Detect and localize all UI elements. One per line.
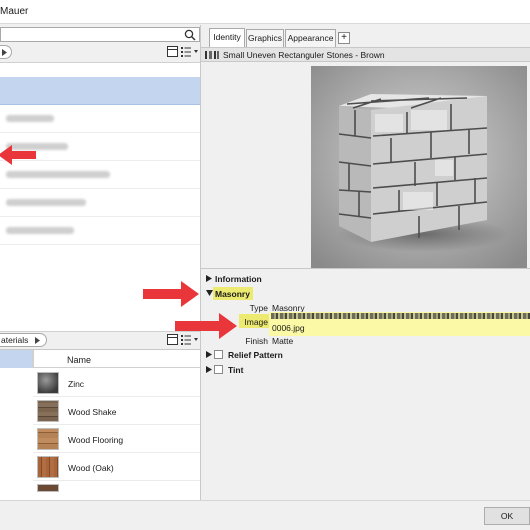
section-label: Information [215, 274, 262, 284]
image-filename[interactable]: 0006.jpg [272, 323, 305, 333]
column-header-label: Name [67, 355, 92, 365]
relief-pattern-checkbox[interactable] [214, 350, 223, 359]
material-name: Wood Flooring [68, 435, 124, 445]
material-preview-image [311, 66, 527, 268]
table-row[interactable]: Zinc [33, 369, 200, 397]
blurred-text [6, 199, 86, 206]
table-row[interactable]: Wood Flooring [33, 425, 200, 453]
material-name: Wood Shake [68, 407, 117, 417]
left-panel: aterials Name Zinc Wood Shake Wood Floor… [0, 25, 201, 522]
property-label: Image [244, 317, 268, 327]
information-section-header[interactable]: Information [201, 272, 530, 286]
masonry-section-header[interactable]: Masonry [201, 287, 530, 301]
blurred-text [6, 115, 54, 122]
materials-breadcrumb-label: aterials [1, 335, 29, 345]
annotation-arrow-icon [0, 145, 36, 165]
list-view-icon[interactable] [181, 46, 199, 57]
list-item[interactable] [0, 189, 200, 217]
property-label: Type [249, 303, 268, 313]
annotation-arrow-icon [143, 281, 199, 307]
annotation-arrow-icon [175, 313, 237, 339]
material-swatch [37, 484, 59, 492]
material-name-header: Small Uneven Rectanguler Stones - Brown [223, 50, 385, 60]
tint-section-header[interactable]: Tint [201, 363, 530, 377]
expand-arrow-icon [206, 351, 212, 358]
section-label: Tint [228, 365, 244, 375]
expand-arrow-icon [206, 366, 212, 373]
property-row-image: Image 0006.jpg [201, 315, 530, 333]
materials-library-table: Name Zinc Wood Shake Wood Flooring Wood … [0, 349, 200, 509]
material-swatch [37, 428, 59, 450]
materials-toolbar: aterials [0, 332, 200, 348]
material-name: Zinc [68, 379, 85, 389]
material-header: Small Uneven Rectanguler Stones - Brown [201, 47, 530, 62]
editor-tabs: Identity Graphics Appearance + [201, 25, 530, 48]
property-label: Finish [245, 336, 268, 346]
blurred-text [6, 171, 110, 178]
property-value[interactable]: Matte [272, 336, 293, 346]
title-bar: Mauer [0, 0, 530, 24]
material-swatch [37, 456, 59, 478]
tab-graphics[interactable]: Graphics [246, 29, 284, 47]
library-category-selected[interactable] [0, 350, 33, 368]
materials-breadcrumb[interactable]: aterials [0, 333, 48, 347]
material-swatch [37, 400, 59, 422]
material-editor-panel: Identity Graphics Appearance + Small Une… [143, 25, 530, 500]
list-item[interactable] [0, 105, 200, 133]
search-icon[interactable] [184, 29, 196, 41]
search-input[interactable] [0, 27, 200, 42]
dialog-footer: OK [0, 500, 530, 530]
property-row-finish: Finish Matte [201, 334, 530, 349]
table-row[interactable]: Wood (Oak) [33, 453, 200, 481]
library-toolbar [0, 44, 200, 60]
list-item[interactable] [0, 161, 200, 189]
list-item[interactable] [0, 217, 200, 245]
tab-appearance[interactable]: Appearance [285, 29, 336, 47]
section-label: Masonry [215, 289, 250, 299]
list-item-selected[interactable] [0, 77, 200, 105]
column-header-name[interactable]: Name [33, 350, 200, 368]
library-breadcrumb[interactable] [0, 45, 12, 59]
table-row[interactable] [33, 481, 200, 492]
blurred-text [6, 227, 74, 234]
expand-arrow-icon [206, 275, 212, 282]
material-name: Wood (Oak) [68, 463, 114, 473]
table-row[interactable]: Wood Shake [33, 397, 200, 425]
window-title: Mauer [0, 6, 29, 17]
ok-button[interactable]: OK [484, 507, 530, 525]
add-tab-button[interactable]: + [338, 32, 350, 44]
collapse-arrow-icon [206, 290, 213, 296]
panel-view-icon[interactable] [167, 46, 178, 57]
preview-pane [201, 62, 530, 269]
section-label: Relief Pattern [228, 350, 283, 360]
asset-bar-icon [205, 51, 219, 59]
relief-pattern-section-header[interactable]: Relief Pattern [201, 348, 530, 362]
tab-identity[interactable]: Identity [209, 28, 245, 48]
tint-checkbox[interactable] [214, 365, 223, 374]
material-swatch [37, 372, 59, 394]
